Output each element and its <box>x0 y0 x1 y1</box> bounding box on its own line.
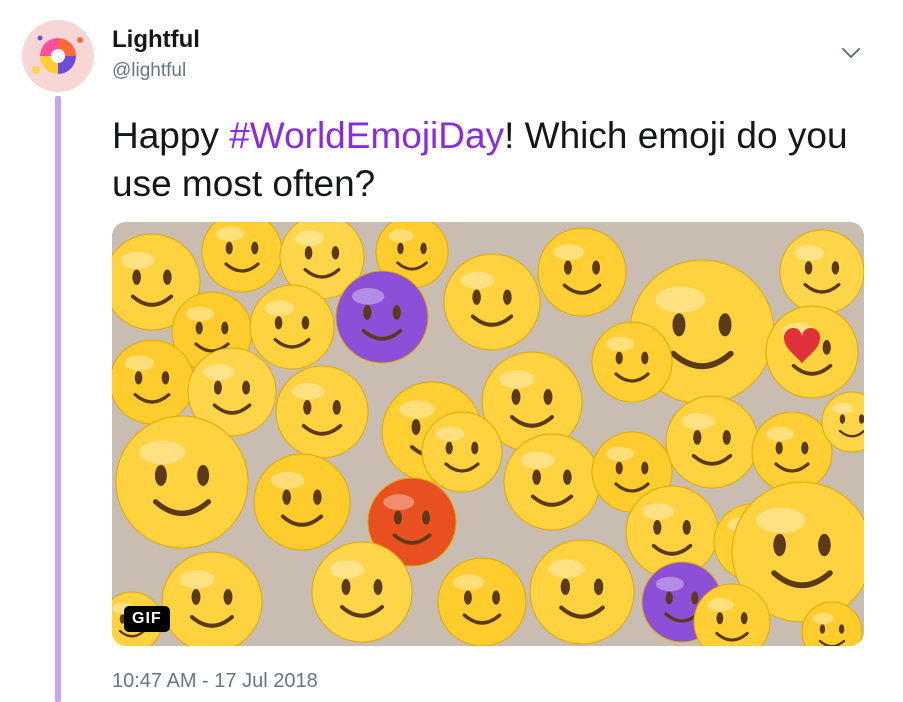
emoji-face <box>275 365 369 459</box>
tweet-text: Happy #WorldEmojiDay! Which emoji do you… <box>112 112 872 208</box>
emoji-face <box>529 539 635 645</box>
emoji-face <box>751 411 833 493</box>
tweet-timestamp[interactable]: 10:47 AM - 17 Jul 2018 <box>112 670 318 693</box>
emoji-face <box>335 270 429 364</box>
emoji-face <box>437 557 527 646</box>
emoji-face <box>201 222 283 293</box>
author-name[interactable]: Lightful <box>112 26 200 54</box>
tweet-text-before: Happy <box>112 115 230 156</box>
gif-media[interactable]: GIF <box>112 222 864 646</box>
emoji-collage <box>112 222 864 646</box>
gif-badge: GIF <box>124 606 170 632</box>
lightful-logo-icon <box>22 20 94 92</box>
emoji-face <box>112 339 195 425</box>
emoji-face <box>311 541 413 643</box>
author-handle[interactable]: @lightful <box>112 60 186 82</box>
emoji-face <box>253 453 351 551</box>
emoji-face <box>665 395 759 489</box>
emoji-face <box>537 227 627 317</box>
emoji-face <box>779 229 864 315</box>
emoji-face <box>249 284 335 370</box>
emoji-face <box>115 415 249 549</box>
thread-line <box>55 96 61 702</box>
emoji-face <box>443 253 541 351</box>
emoji-face <box>161 551 263 646</box>
tweet-card: Lightful @lightful Happy #WorldEmojiDay!… <box>0 0 903 702</box>
emoji-face <box>503 433 601 531</box>
emoji-face <box>421 411 503 493</box>
emoji-face <box>591 321 673 403</box>
hashtag-link[interactable]: #WorldEmojiDay <box>229 115 504 156</box>
chevron-down-icon[interactable] <box>838 40 864 66</box>
avatar[interactable] <box>22 20 94 92</box>
